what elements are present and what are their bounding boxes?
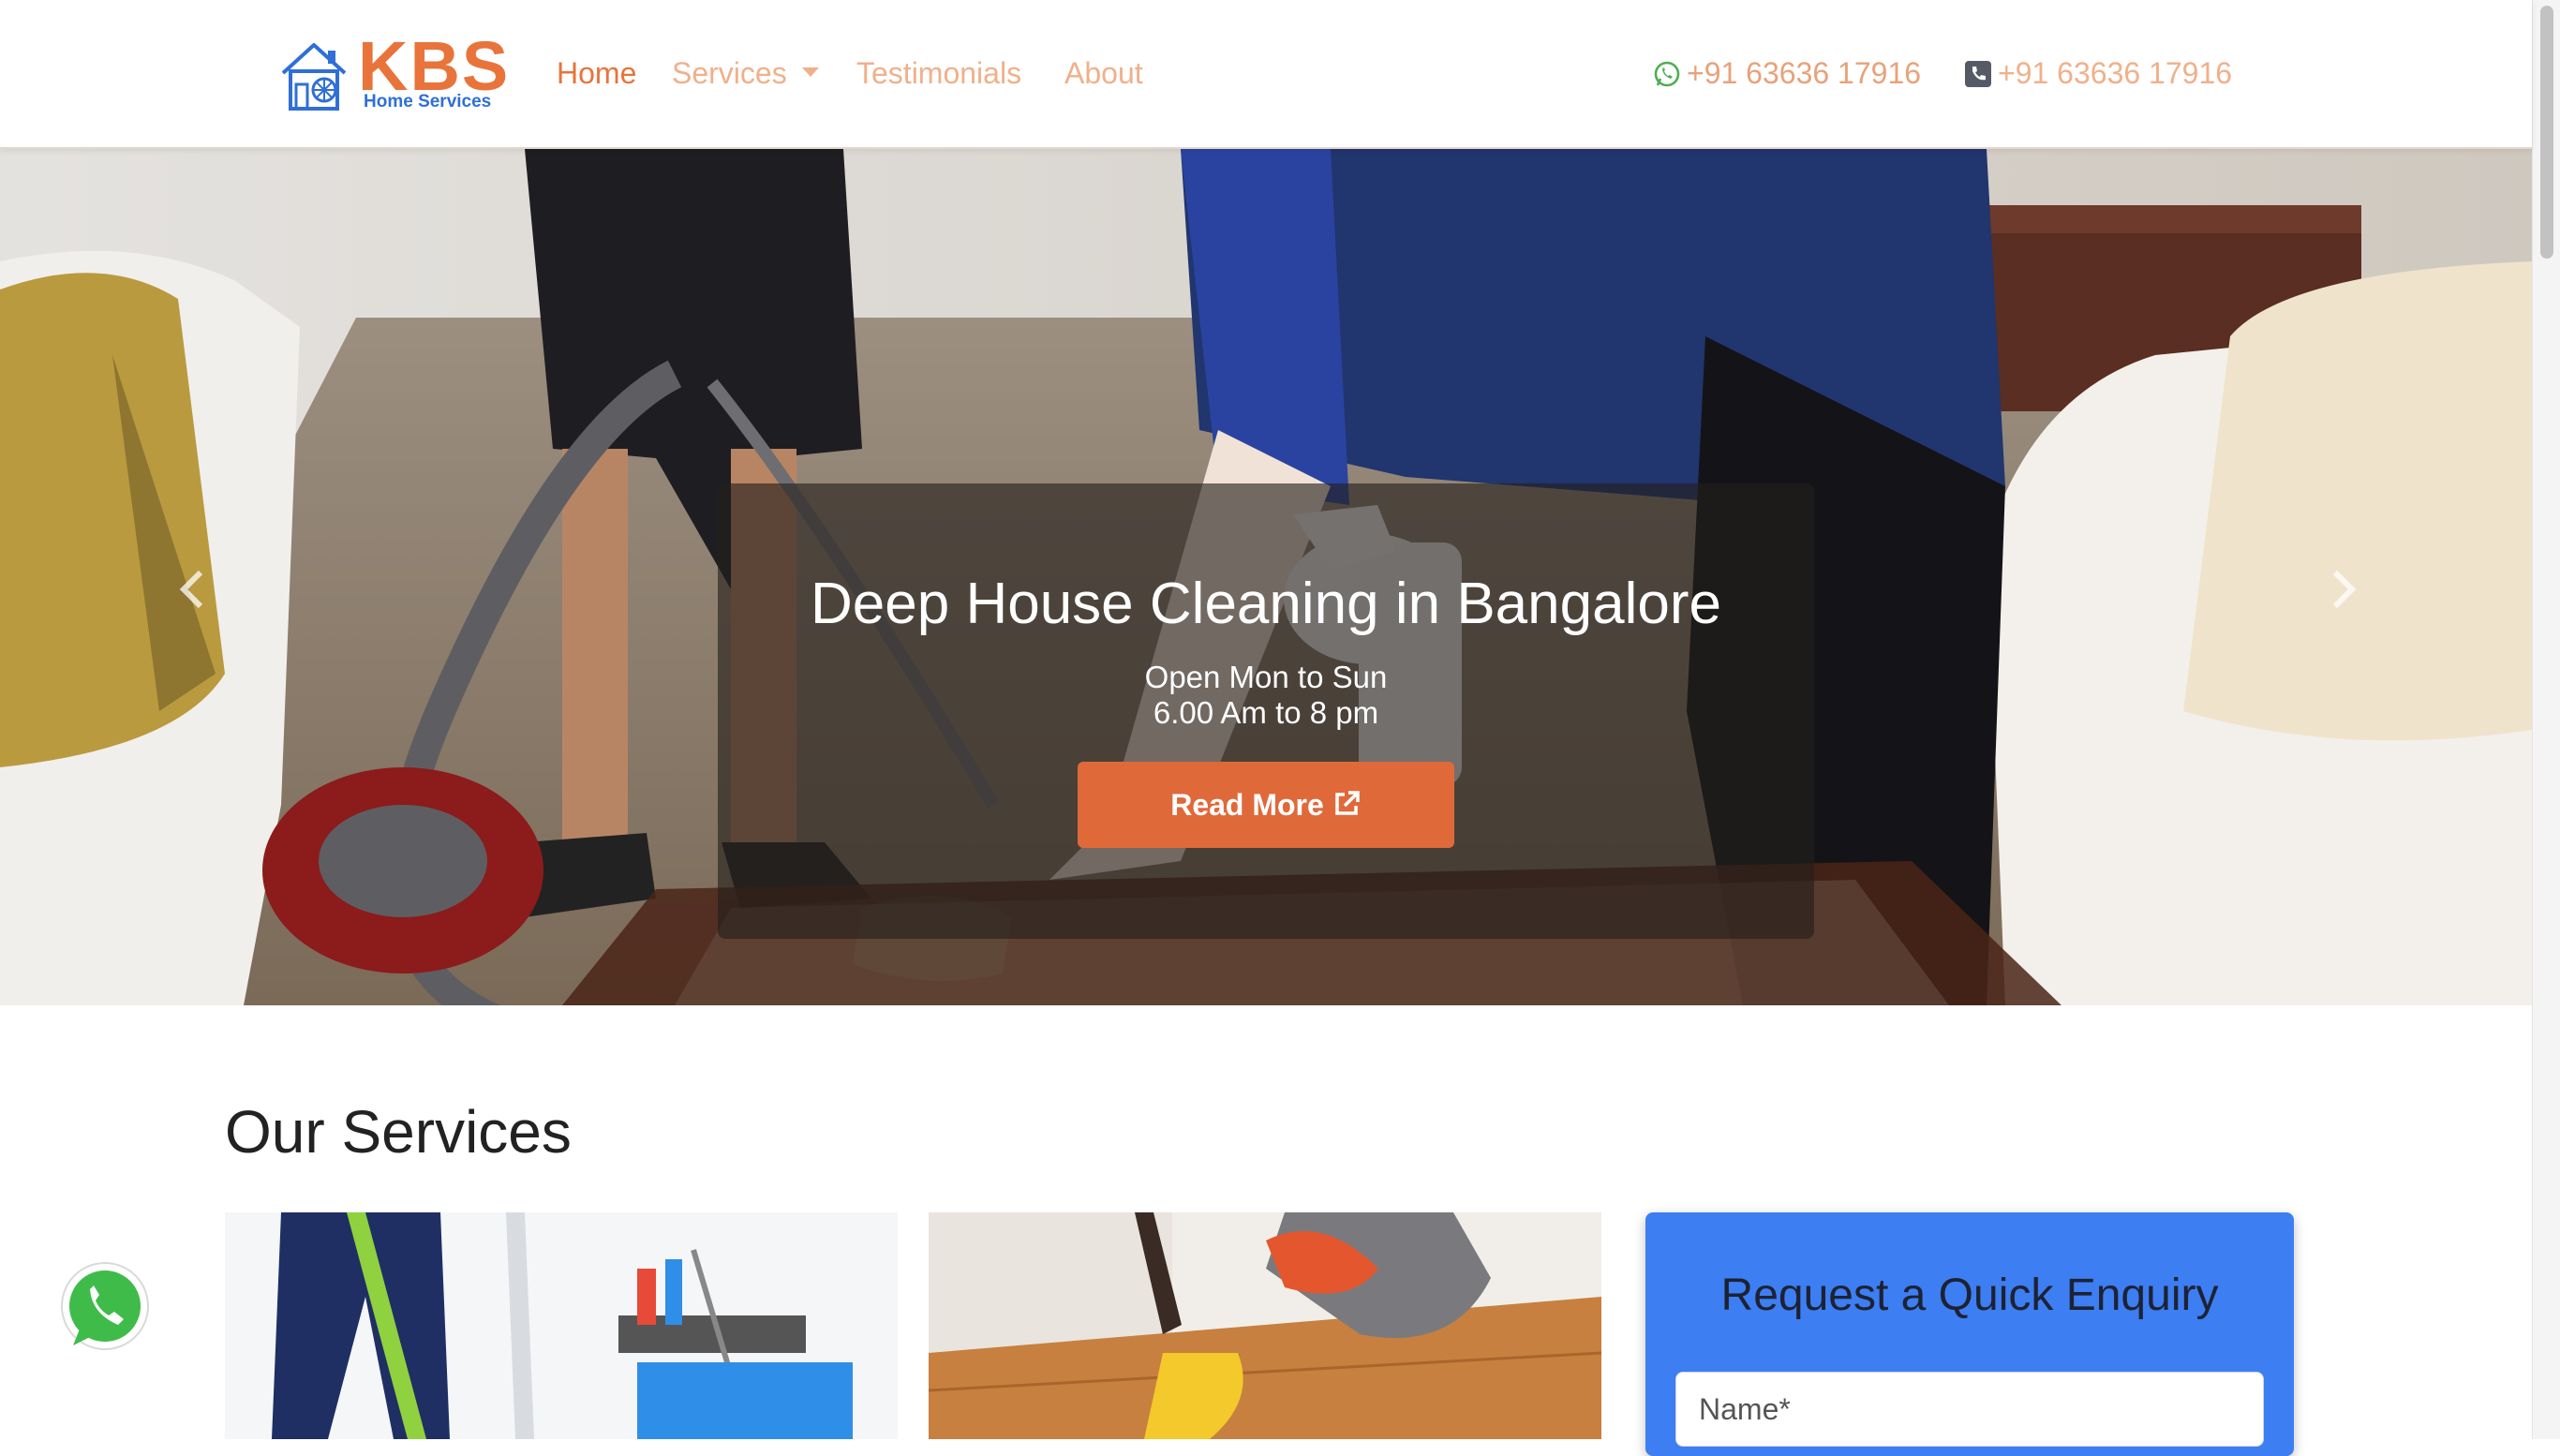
external-link-icon bbox=[1335, 791, 1360, 815]
nav-home[interactable]: Home bbox=[557, 54, 636, 92]
call-phone-link[interactable]: +91 63636 17916 bbox=[1964, 54, 2232, 92]
name-input[interactable] bbox=[1675, 1372, 2264, 1447]
whatsapp-icon bbox=[1654, 61, 1680, 87]
whatsapp-phone-link[interactable]: +91 63636 17916 bbox=[1653, 54, 1921, 92]
phone-square-icon bbox=[1965, 61, 1991, 87]
chevron-down-icon bbox=[801, 67, 819, 77]
service-image-floor-cleaning bbox=[929, 1212, 1601, 1439]
nav-about[interactable]: About bbox=[1064, 54, 1143, 92]
page-scrollbar[interactable] bbox=[2532, 0, 2560, 1439]
hero-carousel: Deep House Cleaning in Bangalore Open Mo… bbox=[0, 149, 2532, 1005]
nav-testimonials[interactable]: Testimonials bbox=[856, 54, 1021, 92]
nav-services[interactable]: Services bbox=[672, 54, 819, 92]
hero-hours-time: 6.00 Am to 8 pm bbox=[1153, 695, 1379, 730]
hero-hours-days: Open Mon to Sun bbox=[1144, 660, 1388, 694]
hero-title: Deep House Cleaning in Bangalore bbox=[811, 572, 1721, 636]
read-more-button[interactable]: Read More bbox=[1078, 762, 1454, 848]
whatsapp-phone-number: +91 63636 17916 bbox=[1687, 56, 1922, 90]
service-image-mopping bbox=[225, 1212, 898, 1439]
house-snowflake-icon bbox=[281, 43, 347, 111]
nav-services-label: Services bbox=[672, 56, 787, 90]
quick-enquiry-form: Request a Quick Enquiry bbox=[1645, 1212, 2294, 1456]
service-card-cleaning[interactable] bbox=[225, 1212, 898, 1439]
scrollbar-thumb[interactable] bbox=[2540, 6, 2553, 259]
top-navbar: KBS Home Services Home Services Testimon… bbox=[0, 0, 2532, 149]
brand-tagline: Home Services bbox=[364, 92, 492, 111]
brand-logo[interactable]: KBS Home Services bbox=[277, 32, 512, 116]
whatsapp-float-button[interactable] bbox=[52, 1255, 159, 1362]
call-phone-number: +91 63636 17916 bbox=[1998, 56, 2233, 90]
brand-name: KBS bbox=[358, 27, 511, 105]
service-card-floor[interactable] bbox=[929, 1212, 1601, 1439]
enquiry-title: Request a Quick Enquiry bbox=[1720, 1270, 2219, 1320]
whatsapp-icon bbox=[61, 1262, 152, 1353]
read-more-label: Read More bbox=[1170, 788, 1324, 822]
services-heading: Our Services bbox=[225, 1098, 572, 1166]
